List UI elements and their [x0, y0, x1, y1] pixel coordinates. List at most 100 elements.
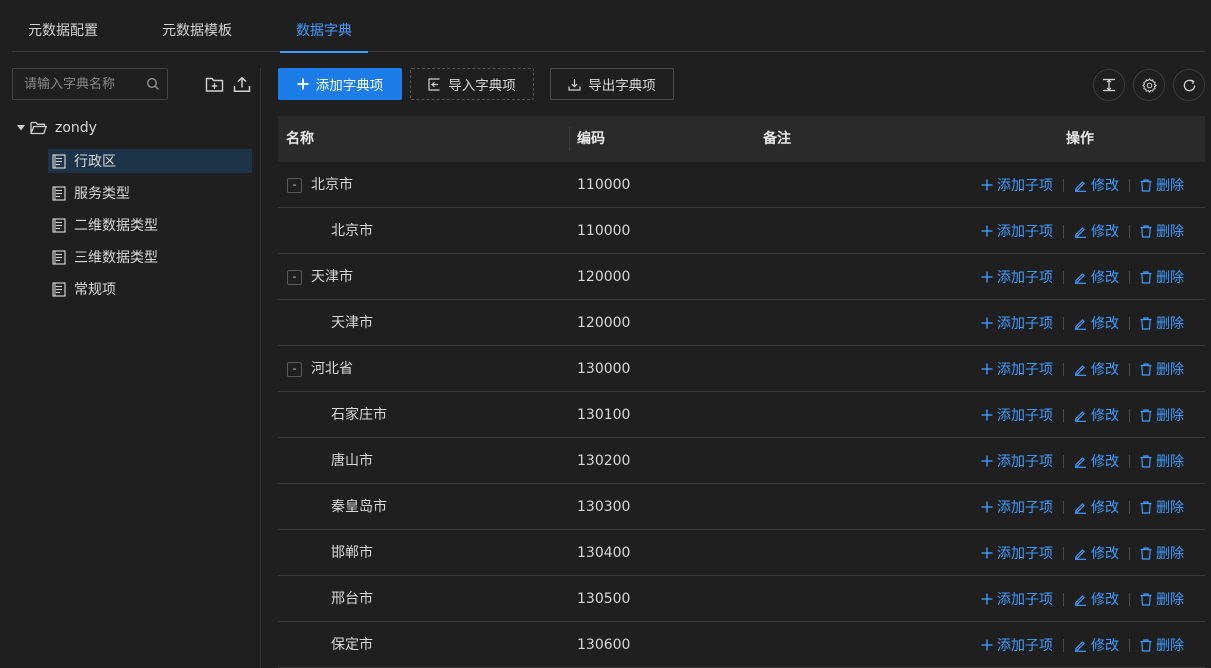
edit-link[interactable]: 修改 [1074, 175, 1119, 195]
cell-code: 110000 [577, 177, 631, 193]
import-dictionary-item-label: 导入字典项 [448, 78, 516, 94]
collapse-toggle-icon[interactable]: - [287, 270, 302, 285]
add-child-link[interactable]: 添加子项 [981, 175, 1053, 195]
column-height-icon[interactable] [1093, 69, 1125, 101]
search-icon[interactable] [139, 77, 167, 91]
table-row: 天津市 120000 添加子项 修改 删除 [278, 300, 1205, 346]
add-child-link[interactable]: 添加子项 [981, 405, 1053, 425]
edit-link[interactable]: 修改 [1074, 589, 1119, 609]
cell-name: 天津市 [311, 269, 353, 285]
delete-link[interactable]: 删除 [1140, 405, 1184, 425]
edit-pencil-icon [1074, 593, 1091, 606]
edit-link[interactable]: 修改 [1074, 405, 1119, 425]
export-dictionary-item-label: 导出字典项 [588, 78, 656, 94]
add-child-link[interactable]: 添加子项 [981, 543, 1053, 563]
caret-down-icon[interactable] [12, 125, 30, 131]
add-dictionary-item-button[interactable]: 添加字典项 [278, 68, 402, 100]
tree-item-admin-region[interactable]: 行政区 [48, 149, 252, 173]
edit-link[interactable]: 修改 [1074, 313, 1119, 333]
edit-link[interactable]: 修改 [1074, 267, 1119, 287]
delete-link[interactable]: 删除 [1140, 635, 1184, 655]
action-separator [1129, 454, 1130, 468]
tree-item-3d-data-type[interactable]: 三维数据类型 [48, 245, 252, 269]
edit-pencil-icon [1074, 317, 1091, 330]
add-child-label: 添加子项 [997, 270, 1053, 286]
action-separator [1063, 638, 1064, 652]
delete-label: 删除 [1156, 592, 1184, 608]
collapse-toggle-icon[interactable]: - [287, 178, 302, 193]
delete-label: 删除 [1156, 500, 1184, 516]
delete-link[interactable]: 删除 [1140, 221, 1184, 241]
panel-divider [260, 68, 261, 668]
delete-link[interactable]: 删除 [1140, 267, 1184, 287]
dictionary-table: 名称 编码 备注 操作 - 北京市 110000 添加子项 修改 删除 北京市 110000 添… [278, 116, 1205, 668]
refresh-icon[interactable] [1173, 69, 1205, 101]
add-child-link[interactable]: 添加子项 [981, 451, 1053, 471]
cell-code: 120000 [577, 269, 631, 285]
cell-name: 邯郸市 [331, 545, 373, 561]
upload-icon[interactable] [231, 73, 253, 95]
dictionary-book-icon [52, 217, 66, 233]
delete-link[interactable]: 删除 [1140, 451, 1184, 471]
edit-link[interactable]: 修改 [1074, 359, 1119, 379]
cell-name: 天津市 [331, 315, 373, 331]
action-separator [1063, 224, 1064, 238]
column-header-name[interactable]: 名称 [286, 116, 314, 162]
tab-metadata-template[interactable]: 元数据模板 [146, 0, 248, 52]
dictionary-search-input[interactable] [13, 76, 139, 92]
trash-icon [1140, 592, 1156, 606]
action-separator [1063, 362, 1064, 376]
edit-label: 修改 [1091, 224, 1119, 240]
new-folder-icon[interactable] [203, 73, 225, 95]
dictionary-search [12, 68, 168, 100]
export-dictionary-item-button[interactable]: 导出字典项 [550, 68, 674, 100]
delete-link[interactable]: 删除 [1140, 175, 1184, 195]
delete-link[interactable]: 删除 [1140, 497, 1184, 517]
collapse-toggle-icon[interactable]: - [287, 362, 302, 377]
edit-link[interactable]: 修改 [1074, 635, 1119, 655]
add-child-link[interactable]: 添加子项 [981, 313, 1053, 333]
tree-root-zondy[interactable]: zondy [12, 115, 260, 141]
action-separator [1129, 316, 1130, 330]
tab-data-dictionary[interactable]: 数据字典 [280, 0, 368, 53]
trash-icon [1140, 270, 1156, 284]
trash-icon [1140, 316, 1156, 330]
delete-link[interactable]: 删除 [1140, 359, 1184, 379]
edit-pencil-icon [1074, 547, 1091, 560]
add-child-link[interactable]: 添加子项 [981, 359, 1053, 379]
tree-item-label: 服务类型 [74, 186, 130, 202]
row-actions: 添加子项 修改 删除 [981, 392, 1184, 438]
add-child-link[interactable]: 添加子项 [981, 589, 1053, 609]
edit-link[interactable]: 修改 [1074, 543, 1119, 563]
settings-gear-icon[interactable] [1133, 69, 1165, 101]
table-row: 石家庄市 130100 添加子项 修改 删除 [278, 392, 1205, 438]
edit-link[interactable]: 修改 [1074, 221, 1119, 241]
tree-item-general[interactable]: 常规项 [48, 277, 252, 301]
column-header-remark[interactable]: 备注 [763, 116, 791, 162]
row-actions: 添加子项 修改 删除 [981, 622, 1184, 668]
add-child-link[interactable]: 添加子项 [981, 267, 1053, 287]
add-child-link[interactable]: 添加子项 [981, 497, 1053, 517]
add-child-link[interactable]: 添加子项 [981, 635, 1053, 655]
tree-item-service-type[interactable]: 服务类型 [48, 181, 252, 205]
delete-link[interactable]: 删除 [1140, 589, 1184, 609]
tree-item-2d-data-type[interactable]: 二维数据类型 [48, 213, 252, 237]
import-dictionary-item-button[interactable]: 导入字典项 [410, 68, 534, 100]
action-separator [1129, 224, 1130, 238]
add-child-label: 添加子项 [997, 362, 1053, 378]
cell-code: 130100 [577, 407, 631, 423]
row-actions: 添加子项 修改 删除 [981, 438, 1184, 484]
cell-name: 河北省 [311, 361, 353, 377]
add-child-link[interactable]: 添加子项 [981, 221, 1053, 241]
row-actions: 添加子项 修改 删除 [981, 346, 1184, 392]
add-child-label: 添加子项 [997, 638, 1053, 654]
delete-link[interactable]: 删除 [1140, 543, 1184, 563]
edit-label: 修改 [1091, 592, 1119, 608]
delete-link[interactable]: 删除 [1140, 313, 1184, 333]
plus-icon [981, 501, 997, 513]
edit-link[interactable]: 修改 [1074, 497, 1119, 517]
edit-link[interactable]: 修改 [1074, 451, 1119, 471]
plus-icon [981, 271, 997, 283]
tab-metadata-config[interactable]: 元数据配置 [12, 0, 114, 52]
column-header-code[interactable]: 编码 [577, 116, 605, 162]
